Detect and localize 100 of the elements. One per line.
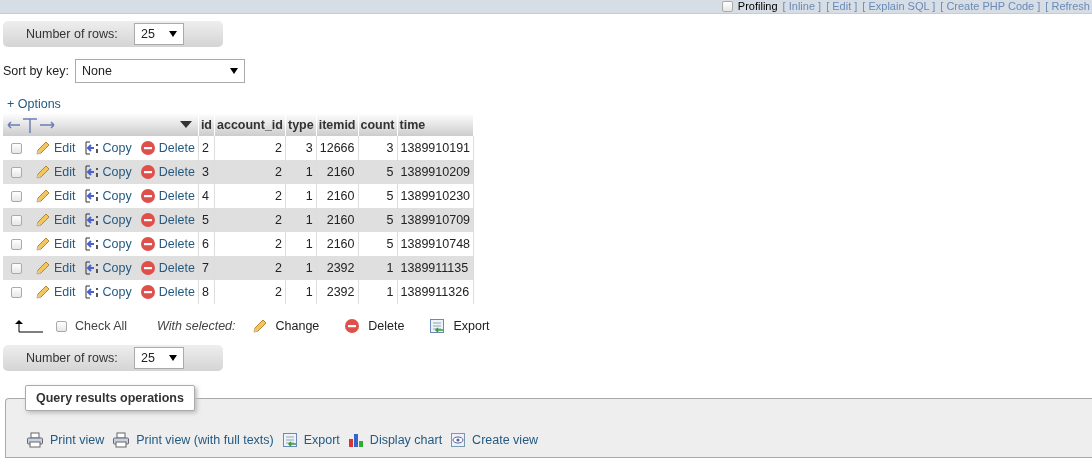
table-cell: 1 (285, 256, 317, 280)
view-icon (450, 432, 467, 448)
delete-link[interactable]: Delete (139, 188, 195, 204)
checkbox[interactable] (11, 166, 22, 178)
bulk-edit-button[interactable]: Change (251, 318, 320, 334)
delete-link[interactable]: Delete (139, 284, 195, 300)
chart-link[interactable]: Display chart (347, 432, 443, 448)
table-cell: 5 (358, 160, 398, 184)
delete-link[interactable]: Delete (139, 140, 195, 156)
table-cell: 1389910209 (397, 160, 474, 184)
table-cell: 2160 (316, 160, 358, 184)
delete-icon (344, 318, 361, 334)
column-header[interactable]: time (397, 113, 474, 136)
table-cell: 2 (214, 160, 286, 184)
pencil-icon (35, 284, 51, 300)
table-cell: 1 (285, 160, 317, 184)
edit-link[interactable]: Edit (35, 212, 76, 228)
printer-icon (26, 432, 44, 448)
delete-icon (139, 140, 156, 156)
rows-select[interactable]: 25 (134, 347, 184, 369)
options-link[interactable]: + Options (7, 97, 61, 111)
checkbox[interactable] (11, 214, 22, 226)
column-header[interactable]: count (358, 113, 398, 136)
table-cell: 2392 (316, 256, 358, 280)
copy-icon (83, 236, 100, 252)
delete-icon (139, 212, 156, 228)
pencil-icon (35, 260, 51, 276)
view-link[interactable]: Create view (450, 432, 539, 448)
edit-link[interactable]: Edit (35, 284, 76, 300)
checkbox[interactable] (56, 320, 67, 332)
copy-icon (83, 140, 100, 156)
table-cell: 1 (285, 280, 317, 304)
bulk-export-button[interactable]: Export (429, 318, 490, 334)
table-cell: 2160 (316, 208, 358, 232)
pencil-icon (35, 212, 51, 228)
checkbox[interactable] (721, 1, 733, 12)
copy-link[interactable]: Copy (83, 212, 132, 228)
column-header[interactable]: type (285, 113, 317, 136)
pencil-icon (35, 140, 51, 156)
rows-label: Number of rows: (26, 351, 119, 365)
table-cell: 1389910709 (397, 208, 474, 232)
export-icon (429, 318, 446, 334)
copy-link[interactable]: Copy (83, 260, 132, 276)
copy-icon (83, 284, 100, 300)
printer-icon (112, 432, 131, 448)
copy-icon (83, 260, 100, 276)
copy-link[interactable]: Copy (83, 164, 132, 180)
print-link[interactable]: Print view (26, 432, 105, 448)
delete-icon (139, 260, 156, 276)
edit-link[interactable]: Edit (35, 260, 76, 276)
delete-icon (139, 164, 156, 180)
copy-link[interactable]: Copy (83, 188, 132, 204)
table-cell: 5 (358, 208, 398, 232)
dropdown-caret-icon (169, 355, 177, 361)
sort-select[interactable]: None (75, 59, 245, 83)
edit-link[interactable]: Edit (35, 188, 76, 204)
pencil-icon (35, 236, 51, 252)
rows-label: Number of rows: (26, 27, 119, 41)
export-icon (281, 432, 298, 448)
checkbox[interactable] (11, 190, 22, 202)
check-all-label[interactable]: Check All (75, 319, 128, 333)
table-cell: 1 (358, 280, 398, 304)
copy-icon (83, 188, 100, 204)
edit-link[interactable]: Edit (35, 164, 76, 180)
edit-link[interactable]: Edit (35, 236, 76, 252)
column-header[interactable]: itemid (316, 113, 358, 136)
checkbox[interactable] (11, 142, 22, 154)
column-header[interactable]: account_id (214, 113, 286, 136)
arrow-up-icon (15, 319, 43, 333)
export-link[interactable]: Export (281, 432, 340, 448)
checkbox[interactable] (11, 286, 22, 298)
delete-icon (139, 188, 156, 204)
delete-link[interactable]: Delete (139, 236, 195, 252)
delete-icon (139, 284, 156, 300)
delete-link[interactable]: Delete (139, 260, 195, 276)
bar-chart-icon (347, 432, 364, 448)
table-cell: 1389911135 (397, 256, 474, 280)
table-cell: 2 (214, 208, 286, 232)
copy-link[interactable]: Copy (83, 140, 132, 156)
table-cell: 2 (214, 280, 286, 304)
table-cell: 1389911326 (397, 280, 474, 304)
bulk-delete-button[interactable]: Delete (344, 318, 405, 334)
copy-link[interactable]: Copy (83, 284, 132, 300)
pencil-icon (251, 318, 268, 334)
pencil-icon (35, 164, 51, 180)
table-cell: 2 (214, 256, 286, 280)
dropdown-caret-icon[interactable] (179, 120, 192, 129)
rows-select[interactable]: 25 (134, 23, 184, 45)
copy-icon (83, 164, 100, 180)
delete-link[interactable]: Delete (139, 164, 195, 180)
column-arrows-icon[interactable] (6, 116, 56, 133)
delete-link[interactable]: Delete (139, 212, 195, 228)
checkbox[interactable] (11, 238, 22, 250)
edit-link[interactable]: Edit (35, 140, 76, 156)
table-cell: 8 (198, 280, 215, 304)
copy-link[interactable]: Copy (83, 236, 132, 252)
checkbox[interactable] (11, 262, 22, 274)
print-link[interactable]: Print view (with full texts) (112, 432, 274, 448)
table-cell: 1 (285, 208, 317, 232)
panel-title: Query results operations (25, 385, 195, 411)
